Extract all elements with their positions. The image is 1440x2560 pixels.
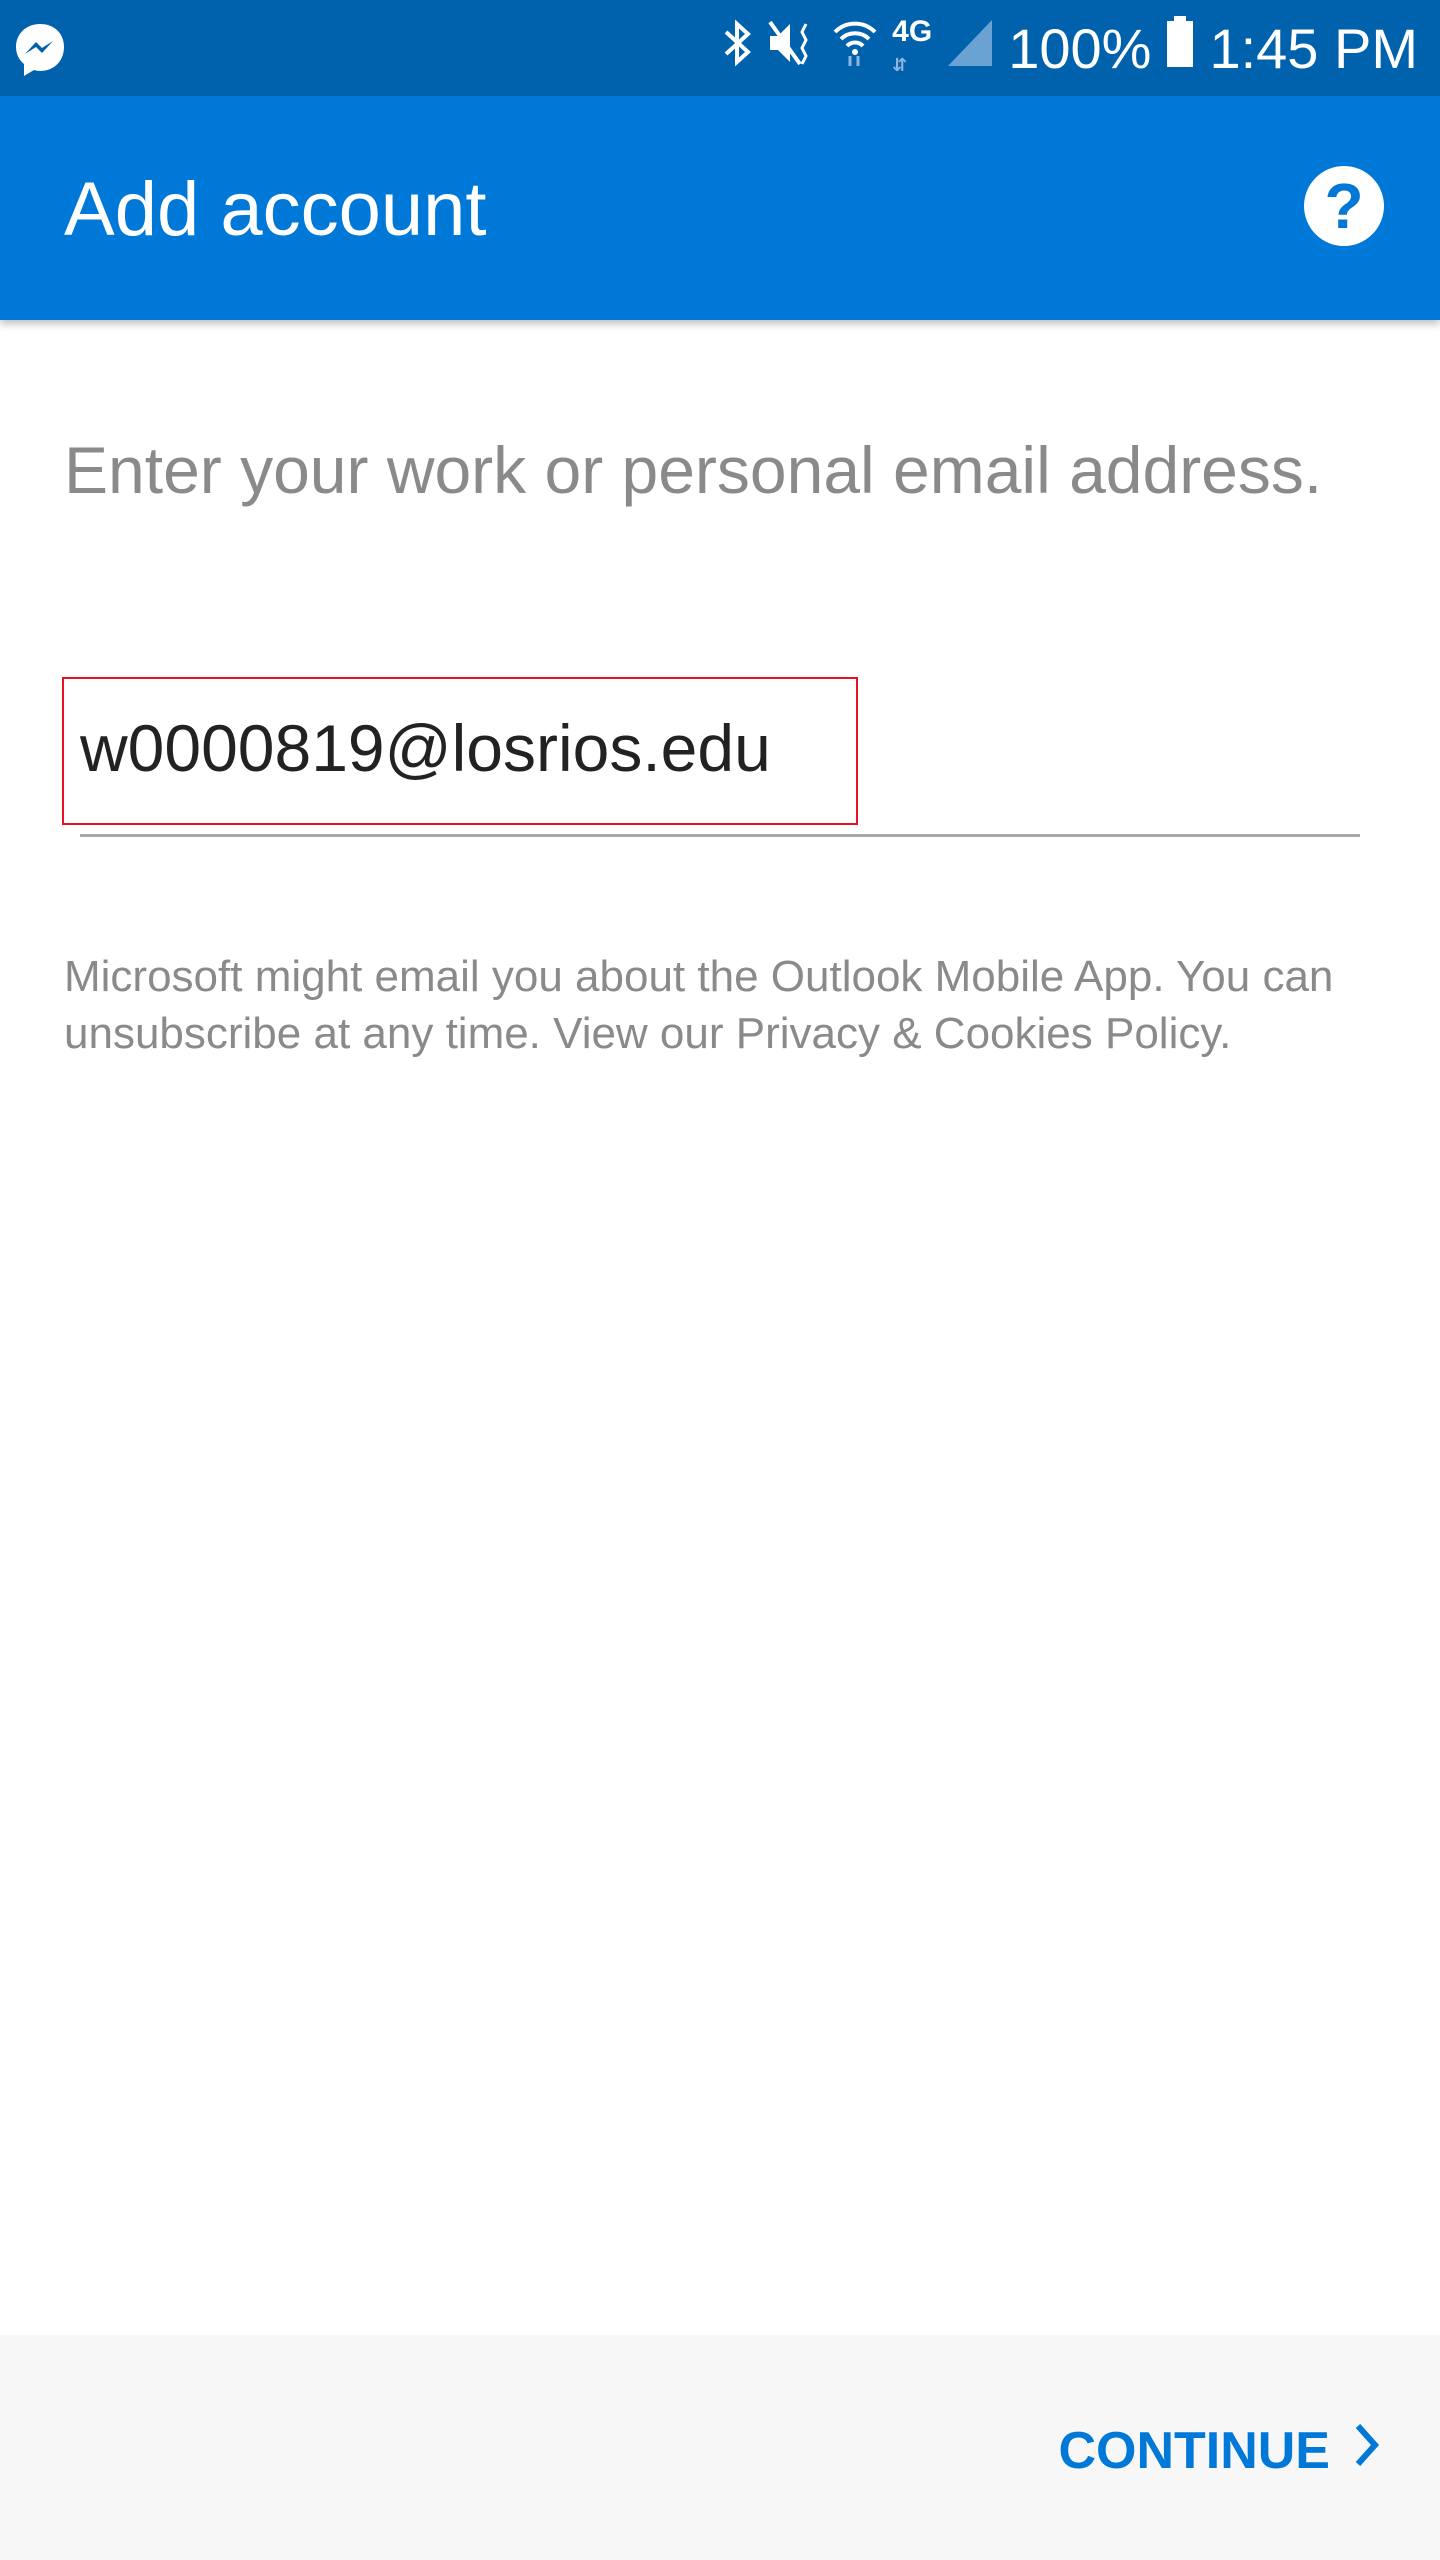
wifi-icon (832, 16, 878, 81)
email-prompt: Enter your work or personal email addres… (64, 433, 1323, 507)
4g-lte-icon: 4G ⇵ (892, 14, 933, 75)
continue-label: CONTINUE (1058, 2422, 1330, 2480)
continue-button[interactable]: CONTINUE (1058, 2421, 1380, 2481)
chevron-right-icon (1354, 2421, 1380, 2481)
help-icon[interactable]: ? (1304, 166, 1384, 246)
battery-percent: 100% (1008, 16, 1152, 80)
signal-icon (946, 16, 994, 81)
bluetooth-icon (722, 16, 752, 81)
input-underline (80, 834, 1360, 837)
clock: 1:45 PM (1209, 16, 1418, 80)
disclaimer-text: Microsoft might email you about the Outl… (64, 952, 1334, 1058)
page-title: Add account (64, 167, 487, 252)
mute-vibrate-icon (766, 16, 818, 81)
app-bar: Add account ? (0, 96, 1440, 320)
messenger-icon (14, 22, 66, 83)
footer-bar: CONTINUE (0, 2335, 1440, 2560)
status-bar: 4G ⇵ 100% 1:45 PM (0, 0, 1440, 96)
email-input[interactable] (80, 700, 1360, 796)
battery-icon (1165, 15, 1195, 81)
